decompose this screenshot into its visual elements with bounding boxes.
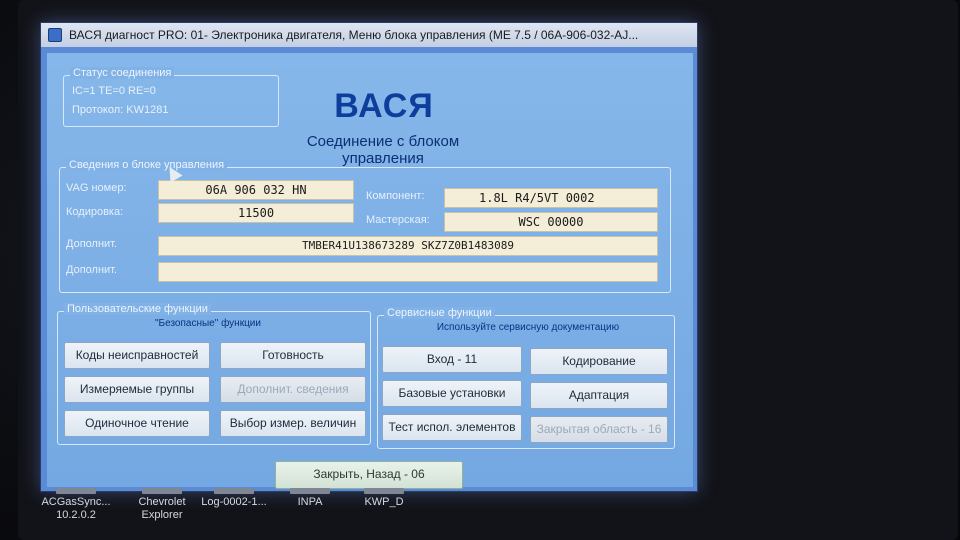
- service-functions-title: Сервисные функции: [384, 307, 495, 319]
- component-field: 1.8L R4/5VT 0002: [444, 188, 658, 208]
- measuring-blocks-button[interactable]: Измеряемые группы: [64, 376, 210, 403]
- basic-settings-button[interactable]: Базовые установки: [382, 380, 522, 407]
- brand-logo-text: ВАСЯ: [334, 87, 434, 125]
- status-protocol: Протокол: KW1281: [72, 104, 169, 116]
- component-label: Компонент:: [366, 190, 425, 202]
- user-functions-group: Пользовательские функции "Безопасные" фу…: [57, 303, 371, 445]
- user-functions-subtitle: "Безопасные" функции: [155, 318, 261, 329]
- fault-codes-button[interactable]: Коды неисправностей: [64, 342, 210, 369]
- service-functions-subtitle: Используйте сервисную документацию: [436, 322, 620, 333]
- desktop-icon-label: Chevrolet: [138, 496, 186, 508]
- close-back-button[interactable]: Закрыть, Назад - 06: [275, 461, 463, 489]
- connection-caption: Соединение с блоком управления: [306, 133, 460, 167]
- window-titlebar[interactable]: ВАСЯ диагност PRO: 01- Электроника двига…: [41, 23, 697, 47]
- user-functions-title: Пользовательские функции: [64, 303, 211, 315]
- workshop-label: Мастерская:: [366, 214, 430, 226]
- extra-info-button[interactable]: Дополнит. сведения: [220, 376, 366, 403]
- desktop-icon-label: KWP_D: [364, 496, 404, 508]
- ecu-info-title: Сведения о блоке управления: [66, 159, 228, 171]
- connection-status-title: Статус соединения: [70, 67, 175, 79]
- coding-field: 11500: [158, 203, 354, 223]
- desktop-icon-sublabel: 10.2.0.2: [56, 509, 96, 521]
- acgassync-icon: [56, 488, 96, 494]
- chevrolet-explorer-icon: [142, 488, 182, 494]
- vag-number-field: 06A 906 032 HN: [158, 180, 354, 200]
- app-icon: [48, 28, 62, 42]
- desktop-icon-label: ACGasSync...: [41, 496, 111, 508]
- output-test-button[interactable]: Тест испол. элементов: [382, 414, 522, 441]
- vasya-diagnostics-window: ВАСЯ диагност PRO: 01- Электроника двига…: [40, 22, 698, 492]
- select-values-button[interactable]: Выбор измер. величин: [220, 410, 366, 437]
- coding-button[interactable]: Кодирование: [530, 348, 668, 375]
- desktop-icon-sublabel: Explorer: [141, 509, 183, 521]
- extra-info-field-1: TMBER41U138673289 SKZ7Z0B1483089: [158, 236, 658, 256]
- security-access-button[interactable]: Закрытая область - 16: [530, 416, 668, 443]
- ecu-info-group: Сведения о блоке управления VAG номер: 0…: [59, 159, 671, 293]
- desktop-icon-kwp-d[interactable]: KWP_D: [348, 488, 420, 509]
- window-title: ВАСЯ диагност PRO: 01- Электроника двига…: [69, 28, 639, 42]
- single-reading-button[interactable]: Одиночное чтение: [64, 410, 210, 437]
- connection-status-group: Статус соединения IC=1 TE=0 RE=0 Протоко…: [63, 67, 279, 127]
- extra-info-field-2: [158, 262, 658, 282]
- desktop-icon-acgassync[interactable]: ACGasSync... 10.2.0.2: [40, 488, 112, 522]
- desktop-icon-chevrolet-explorer[interactable]: Chevrolet Explorer: [126, 488, 198, 522]
- extra-info-label-1: Дополнит.: [66, 238, 118, 250]
- log-file-icon: [214, 488, 254, 494]
- adaptation-button[interactable]: Адаптация: [530, 382, 668, 409]
- readiness-button[interactable]: Готовность: [220, 342, 366, 369]
- extra-info-label-2: Дополнит.: [66, 264, 118, 276]
- kwp-d-icon: [364, 488, 404, 494]
- coding-label: Кодировка:: [66, 206, 124, 218]
- vag-number-label: VAG номер:: [66, 182, 127, 194]
- service-functions-group: Сервисные функции Используйте сервисную …: [377, 307, 675, 449]
- desktop-icon-label: Log-0002-1...: [201, 496, 267, 508]
- desktop-icon-label: INPA: [297, 496, 323, 508]
- desktop-icon-log-file[interactable]: Log-0002-1...: [198, 488, 270, 509]
- window-client-area: Статус соединения IC=1 TE=0 RE=0 Протоко…: [47, 53, 693, 489]
- status-counters: IC=1 TE=0 RE=0: [72, 85, 156, 97]
- login-button[interactable]: Вход - 11: [382, 346, 522, 373]
- desktop-icon-inpa[interactable]: INPA: [274, 488, 346, 509]
- inpa-icon: [290, 488, 330, 494]
- workshop-field: WSC 00000: [444, 212, 658, 232]
